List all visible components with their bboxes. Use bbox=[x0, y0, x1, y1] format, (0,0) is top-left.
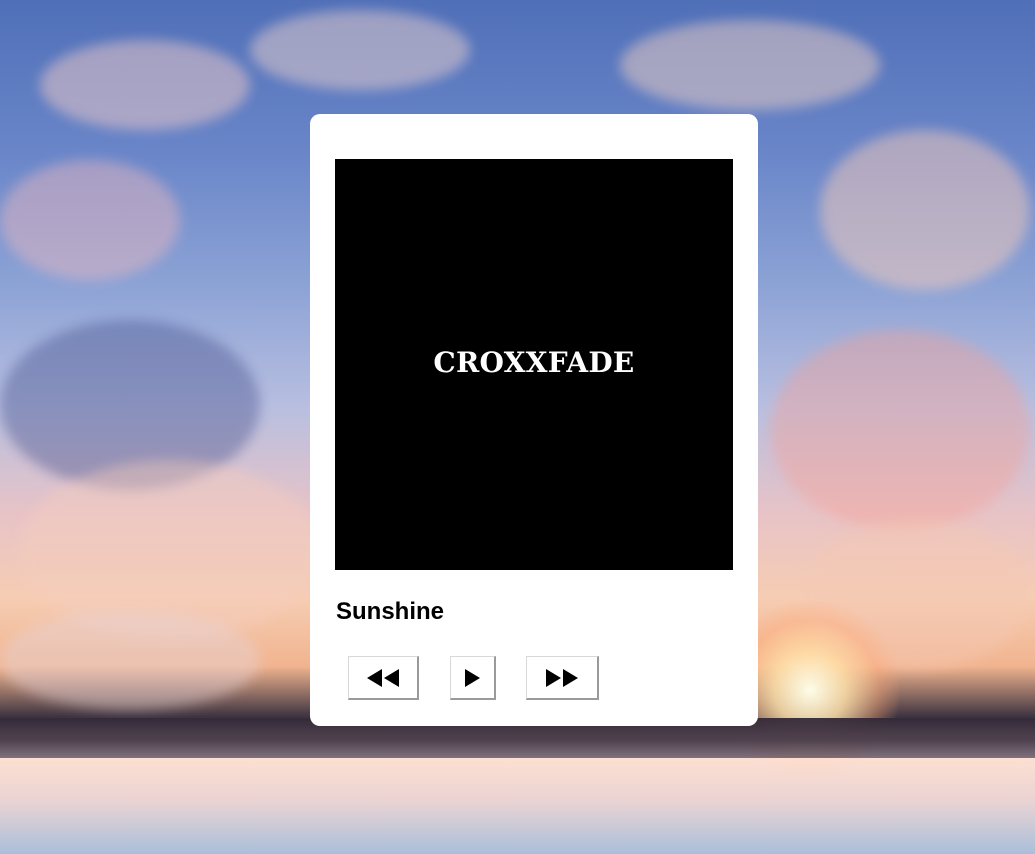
previous-button[interactable] bbox=[348, 656, 419, 700]
rewind-icon bbox=[367, 668, 399, 687]
play-icon bbox=[465, 668, 480, 687]
album-cover: CROXXFADE bbox=[335, 159, 733, 570]
next-button[interactable] bbox=[526, 656, 599, 700]
playback-controls bbox=[348, 656, 748, 702]
cloud bbox=[820, 130, 1030, 290]
cloud bbox=[770, 330, 1030, 530]
cloud bbox=[0, 610, 260, 710]
cloud bbox=[620, 20, 880, 110]
album-cover-text: CROXXFADE bbox=[433, 346, 635, 379]
cloud bbox=[250, 10, 470, 90]
music-player-card: CROXXFADE Sunshine bbox=[310, 114, 758, 726]
play-button[interactable] bbox=[450, 656, 496, 700]
cloud bbox=[40, 40, 250, 130]
track-title: Sunshine bbox=[336, 598, 445, 625]
water-reflection bbox=[0, 758, 1035, 854]
cloud bbox=[0, 160, 180, 280]
fast-forward-icon bbox=[546, 668, 578, 687]
